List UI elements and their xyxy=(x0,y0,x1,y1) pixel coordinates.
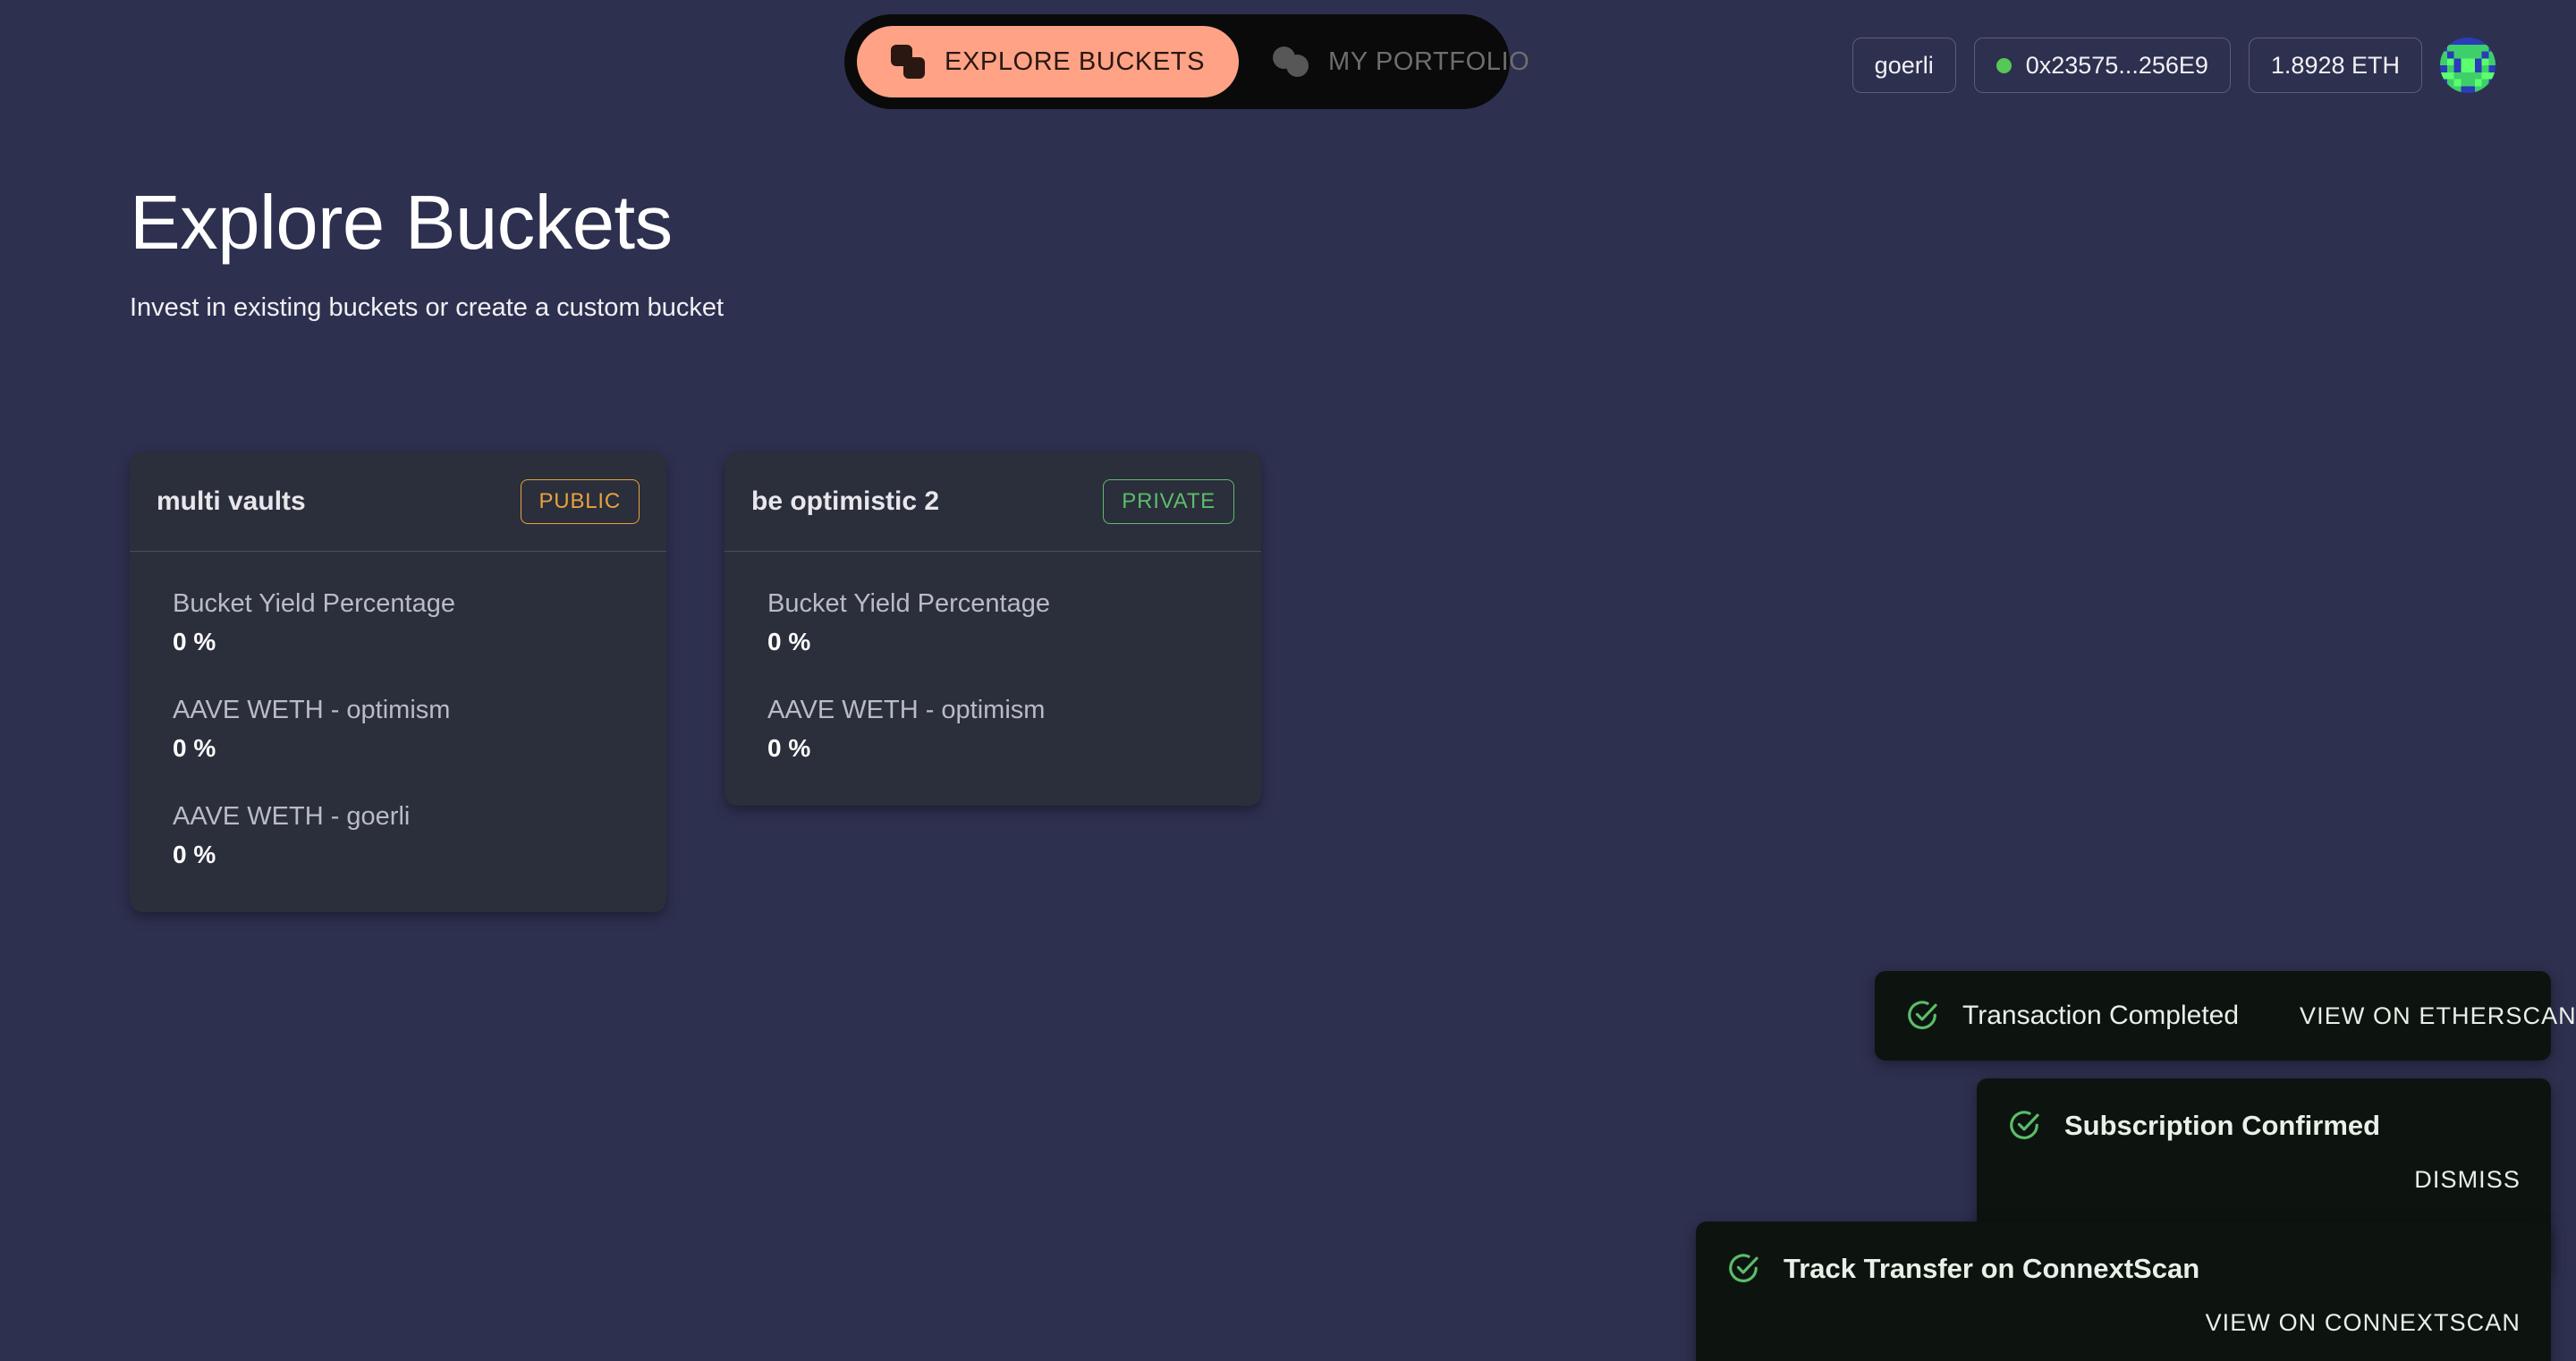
metric-label: AAVE WETH - optimism xyxy=(767,696,1046,724)
page-title: Explore Buckets xyxy=(130,181,673,266)
toast-message: Transaction Completed xyxy=(1962,1001,2240,1030)
toast-message: Subscription Confirmed xyxy=(2064,1110,2381,1141)
metric-label: AAVE WETH - optimism xyxy=(173,696,451,724)
bucket-card-header: be optimistic 2 PRIVATE xyxy=(724,452,1261,552)
bucket-metric: AAVE WETH - optimism 0 % xyxy=(767,696,1218,763)
bucket-card-body: Bucket Yield Percentage 0 % AAVE WETH - … xyxy=(130,552,666,912)
tab-my-portfolio-label: MY PORTFOLIO xyxy=(1328,46,1530,76)
bucket-card[interactable]: be optimistic 2 PRIVATE Bucket Yield Per… xyxy=(724,452,1261,806)
metric-label: Bucket Yield Percentage xyxy=(173,589,455,618)
bucket-metric: Bucket Yield Percentage 0 % xyxy=(173,589,623,656)
bucket-metric: Bucket Yield Percentage 0 % xyxy=(767,589,1218,656)
view-on-connextscan-button[interactable]: VIEW ON CONNEXTSCAN xyxy=(2206,1309,2521,1337)
wallet-controls: goerli 0x23575...256E9 1.8928 ETH xyxy=(1852,38,2496,93)
visibility-badge[interactable]: PRIVATE xyxy=(1103,478,1234,524)
bucket-name: multi vaults xyxy=(157,486,306,516)
network-label: goerli xyxy=(1874,51,1934,79)
tab-explore-buckets-label: EXPLORE BUCKETS xyxy=(945,46,1206,76)
check-circle-icon xyxy=(1908,1001,1937,1029)
view-on-etherscan-button[interactable]: VIEW ON ETHERSCAN xyxy=(2300,1002,2576,1030)
bucket-card-body: Bucket Yield Percentage 0 % AAVE WETH - … xyxy=(724,552,1261,806)
metric-value: 0 % xyxy=(173,628,216,655)
visibility-badge[interactable]: PUBLIC xyxy=(520,478,640,524)
bucket-metric: AAVE WETH - goerli 0 % xyxy=(173,802,623,869)
toast-transaction-completed[interactable]: Transaction Completed VIEW ON ETHERSCAN xyxy=(1875,971,2576,1061)
buckets-icon xyxy=(891,45,925,79)
balance-chip[interactable]: 1.8928 ETH xyxy=(2248,38,2422,93)
bucket-card-list: multi vaults PUBLIC Bucket Yield Percent… xyxy=(130,452,1261,912)
bucket-card[interactable]: multi vaults PUBLIC Bucket Yield Percent… xyxy=(130,452,666,912)
coins-icon xyxy=(1273,46,1309,77)
bucket-name: be optimistic 2 xyxy=(751,486,940,516)
metric-value: 0 % xyxy=(173,841,216,868)
toast-message: Track Transfer on ConnextScan xyxy=(1784,1253,2200,1284)
dismiss-button[interactable]: DISMISS xyxy=(2414,1166,2521,1194)
main-nav-pill: EXPLORE BUCKETS MY PORTFOLIO xyxy=(844,14,1530,109)
toast-track-transfer[interactable]: Track Transfer on ConnextScan VIEW ON CO… xyxy=(1696,1222,2551,1361)
top-bar: EXPLORE BUCKETS MY PORTFOLIO goerli 0x23… xyxy=(0,0,2576,136)
bucket-card-header: multi vaults PUBLIC xyxy=(130,452,666,552)
metric-value: 0 % xyxy=(767,734,811,762)
check-circle-icon xyxy=(1729,1254,1758,1282)
address-chip[interactable]: 0x23575...256E9 xyxy=(1973,38,2231,93)
page-subtitle: Invest in existing buckets or create a c… xyxy=(130,293,724,323)
metric-value: 0 % xyxy=(767,628,811,655)
avatar[interactable] xyxy=(2440,38,2496,93)
metric-label: AAVE WETH - goerli xyxy=(173,802,411,831)
page-header: Explore Buckets Invest in existing bucke… xyxy=(130,183,724,323)
balance-label: 1.8928 ETH xyxy=(2270,51,2400,79)
tab-explore-buckets[interactable]: EXPLORE BUCKETS xyxy=(857,26,1240,97)
address-label: 0x23575...256E9 xyxy=(2025,51,2208,79)
network-chip[interactable]: goerli xyxy=(1852,38,1956,93)
connection-status-dot xyxy=(1996,57,2012,73)
tab-my-portfolio[interactable]: MY PORTFOLIO xyxy=(1239,26,1563,97)
check-circle-icon xyxy=(2010,1111,2039,1139)
metric-label: Bucket Yield Percentage xyxy=(767,589,1050,618)
bucket-metric: AAVE WETH - optimism 0 % xyxy=(173,696,623,763)
metric-value: 0 % xyxy=(173,734,216,762)
